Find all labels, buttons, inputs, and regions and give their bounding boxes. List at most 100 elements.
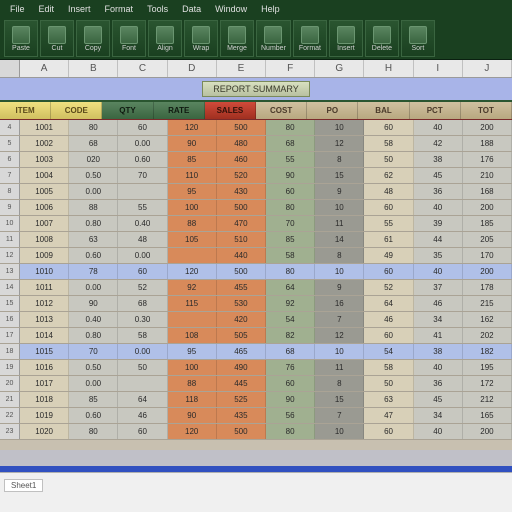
subheader-pct[interactable]: PCT [410, 102, 461, 119]
cell[interactable]: 9 [315, 280, 364, 295]
cell[interactable]: 0.40 [118, 216, 167, 231]
cell[interactable]: 55 [266, 152, 315, 167]
cell[interactable]: 7 [315, 312, 364, 327]
cell[interactable]: 40 [414, 360, 463, 375]
cell[interactable]: 1013 [20, 312, 69, 327]
table-row[interactable]: 91006885510050080106040200 [0, 200, 512, 216]
cell[interactable]: 34 [414, 408, 463, 423]
cell[interactable]: 92 [168, 280, 217, 295]
cell[interactable]: 40 [414, 424, 463, 439]
cell[interactable]: 500 [217, 264, 266, 279]
cell[interactable]: 1010 [20, 264, 69, 279]
cell[interactable]: 95 [168, 184, 217, 199]
cell[interactable]: 40 [414, 200, 463, 215]
menu-help[interactable]: Help [255, 3, 286, 15]
menu-window[interactable]: Window [209, 3, 253, 15]
cell[interactable]: 1017 [20, 376, 69, 391]
ribbon-insert[interactable]: Insert [329, 20, 363, 57]
cell[interactable]: 55 [364, 216, 413, 231]
cell[interactable]: 170 [463, 248, 512, 263]
cell[interactable]: 40 [414, 120, 463, 135]
table-row[interactable]: 1610130.400.304205474634162 [0, 312, 512, 328]
cell[interactable]: 1002 [20, 136, 69, 151]
row-header[interactable]: 4 [0, 120, 20, 135]
cell[interactable] [168, 248, 217, 263]
cell[interactable] [118, 376, 167, 391]
cell[interactable]: 1007 [20, 216, 69, 231]
cell[interactable]: 70 [266, 216, 315, 231]
cell[interactable]: 80 [69, 424, 118, 439]
col-header-c[interactable]: C [118, 60, 167, 77]
subheader-qty[interactable]: QTY [102, 102, 153, 119]
cell[interactable]: 200 [463, 424, 512, 439]
cell[interactable]: 1001 [20, 120, 69, 135]
cell[interactable]: 118 [168, 392, 217, 407]
cell[interactable]: 8 [315, 152, 364, 167]
table-row[interactable]: 1010070.800.408847070115539185 [0, 216, 512, 232]
ribbon-wrap[interactable]: Wrap [184, 20, 218, 57]
cell[interactable]: 60 [266, 184, 315, 199]
select-all-corner[interactable] [0, 60, 20, 77]
table-row[interactable]: 51002680.009048068125842188 [0, 136, 512, 152]
cell[interactable]: 510 [217, 232, 266, 247]
cell[interactable]: 10 [315, 344, 364, 359]
cell[interactable]: 490 [217, 360, 266, 375]
row-header[interactable]: 6 [0, 152, 20, 167]
cell[interactable]: 80 [69, 120, 118, 135]
ribbon-sort[interactable]: Sort [401, 20, 435, 57]
cell[interactable]: 10 [315, 200, 364, 215]
row-header[interactable]: 7 [0, 168, 20, 183]
cell[interactable]: 0.80 [69, 328, 118, 343]
menu-file[interactable]: File [4, 3, 31, 15]
row-header[interactable]: 20 [0, 376, 20, 391]
table-row[interactable]: 151012906811553092166446215 [0, 296, 512, 312]
cell[interactable]: 37 [414, 280, 463, 295]
ribbon-align[interactable]: Align [148, 20, 182, 57]
cell[interactable]: 60 [364, 328, 413, 343]
cell[interactable]: 40 [414, 264, 463, 279]
cell[interactable]: 505 [217, 328, 266, 343]
cell[interactable]: 90 [266, 392, 315, 407]
cell[interactable]: 16 [315, 296, 364, 311]
cell[interactable]: 0.00 [118, 344, 167, 359]
cell[interactable]: 14 [315, 232, 364, 247]
cell[interactable]: 58 [364, 360, 413, 375]
cell[interactable]: 1008 [20, 232, 69, 247]
cell[interactable]: 0.00 [69, 376, 118, 391]
cell[interactable]: 68 [266, 136, 315, 151]
cell[interactable]: 90 [266, 168, 315, 183]
cell[interactable]: 1012 [20, 296, 69, 311]
cell[interactable]: 46 [364, 312, 413, 327]
cell[interactable]: 62 [364, 168, 413, 183]
cell[interactable]: 525 [217, 392, 266, 407]
cell[interactable]: 78 [69, 264, 118, 279]
cell[interactable]: 36 [414, 184, 463, 199]
cell[interactable]: 1005 [20, 184, 69, 199]
cell[interactable]: 61 [364, 232, 413, 247]
cell[interactable]: 445 [217, 376, 266, 391]
cell[interactable]: 455 [217, 280, 266, 295]
cell[interactable]: 188 [463, 136, 512, 151]
table-row[interactable]: 131010786012050080106040200 [0, 264, 512, 280]
cell[interactable]: 55 [118, 200, 167, 215]
cell[interactable]: 530 [217, 296, 266, 311]
table-row[interactable]: 1910160.505010049076115840195 [0, 360, 512, 376]
row-header[interactable]: 8 [0, 184, 20, 199]
cell[interactable]: 1011 [20, 280, 69, 295]
ribbon-font[interactable]: Font [112, 20, 146, 57]
cell[interactable] [118, 184, 167, 199]
cell[interactable]: 215 [463, 296, 512, 311]
cell[interactable]: 80 [266, 424, 315, 439]
row-header[interactable]: 9 [0, 200, 20, 215]
cell[interactable]: 60 [364, 424, 413, 439]
cell[interactable]: 60 [118, 264, 167, 279]
data-grid[interactable]: 4100180601205008010604020051002680.00904… [0, 120, 512, 450]
subheader-sales[interactable]: SALES [205, 102, 256, 119]
cell[interactable]: 172 [463, 376, 512, 391]
col-header-h[interactable]: H [364, 60, 413, 77]
sheet-tab[interactable]: Sheet1 [4, 479, 43, 492]
cell[interactable]: 54 [364, 344, 413, 359]
cell[interactable]: 1014 [20, 328, 69, 343]
cell[interactable]: 1004 [20, 168, 69, 183]
cell[interactable]: 46 [118, 408, 167, 423]
